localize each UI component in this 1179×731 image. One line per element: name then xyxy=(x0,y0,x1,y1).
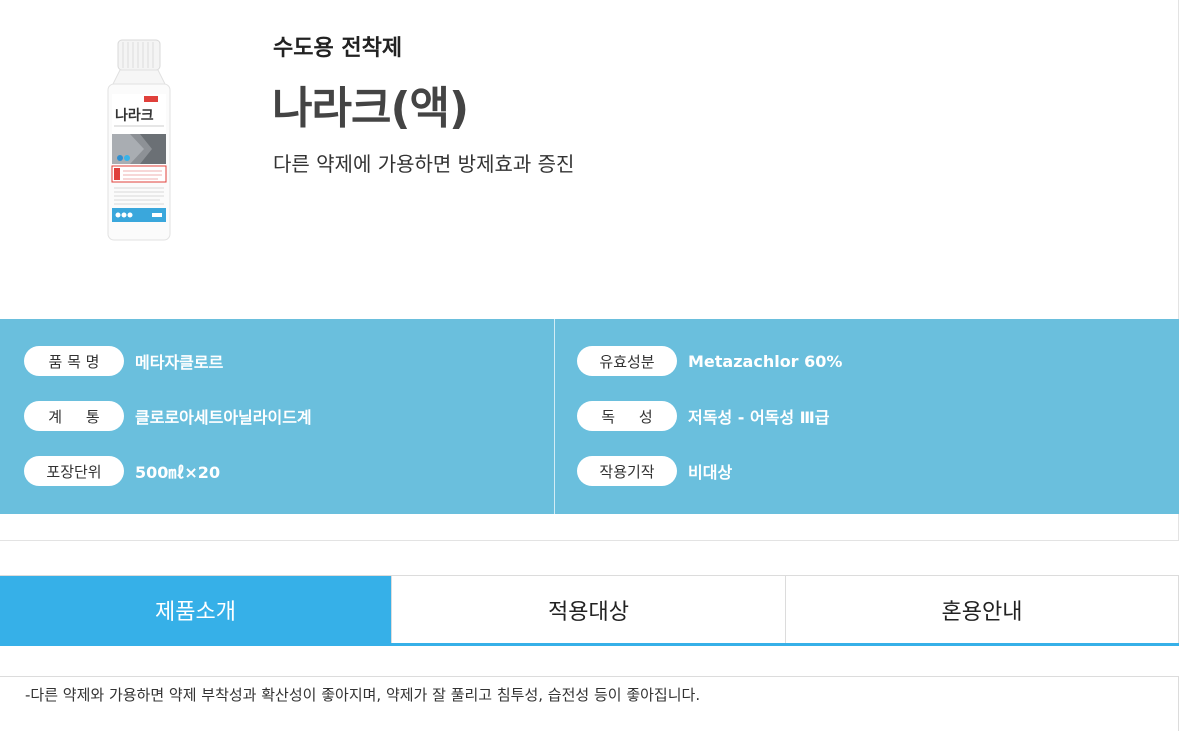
description-text: -다른 약제와 가용하면 약제 부착성과 확산성이 좋아지며, 약제가 잘 풀리… xyxy=(25,686,701,704)
spec-label: 품 목 명 xyxy=(24,346,124,376)
spec-label: 독 성 xyxy=(577,401,677,431)
spec-label: 유효성분 xyxy=(577,346,677,376)
spec-value: 500㎖×20 xyxy=(135,463,221,482)
bottle-label-text: 나라크 xyxy=(115,108,154,124)
tab-mixing-guide[interactable]: 혼용안내 xyxy=(786,576,1179,644)
tabs-underline xyxy=(0,643,1179,646)
spec-row-active-ingredient: 유효성분 Metazachlor 60% xyxy=(577,346,842,376)
product-title: 나라크(액) xyxy=(272,83,469,134)
product-category: 수도용 전착제 xyxy=(273,36,403,61)
spec-row-toxicity: 독 성 저독성 - 어독성 Ⅲ급 xyxy=(577,401,830,431)
spec-value: 메타자클로르 xyxy=(135,353,224,372)
product-header: 나라크 수도용 전착제 나라크(액) 다른 약제에 가용하면 방제효과 증진 xyxy=(0,0,1179,319)
tab-product-intro[interactable]: 제품소개 xyxy=(0,576,392,644)
spec-value: 비대상 xyxy=(688,463,733,482)
spec-row-mode-of-action: 작용기작 비대상 xyxy=(577,456,732,486)
spec-value: 클로로아세트아닐라이드계 xyxy=(135,408,312,427)
spec-value: Metazachlor 60% xyxy=(688,351,843,371)
spec-label: 계 통 xyxy=(24,401,124,431)
tab-application-targets[interactable]: 적용대상 xyxy=(392,576,786,644)
spec-row-product-name: 품 목 명 메타자클로르 xyxy=(24,346,223,376)
product-tabs: 제품소개 적용대상 혼용안내 xyxy=(0,575,1179,646)
product-tagline: 다른 약제에 가용하면 방제효과 증진 xyxy=(273,152,575,176)
spec-divider xyxy=(554,319,555,514)
spec-row-packaging: 포장단위 500㎖×20 xyxy=(24,456,220,486)
section-spacer xyxy=(0,514,1179,541)
description-box: -다른 약제와 가용하면 약제 부착성과 확산성이 좋아지며, 약제가 잘 풀리… xyxy=(0,676,1179,731)
spec-label: 작용기작 xyxy=(577,456,677,486)
spec-panel: 품 목 명 메타자클로르 계 통 클로로아세트아닐라이드계 포장단위 500㎖×… xyxy=(0,319,1179,514)
product-bottle-image: 나라크 xyxy=(107,39,171,241)
spec-value: 저독성 - 어독성 Ⅲ급 xyxy=(688,408,830,427)
spec-label: 포장단위 xyxy=(24,456,124,486)
spec-row-class: 계 통 클로로아세트아닐라이드계 xyxy=(24,401,312,431)
